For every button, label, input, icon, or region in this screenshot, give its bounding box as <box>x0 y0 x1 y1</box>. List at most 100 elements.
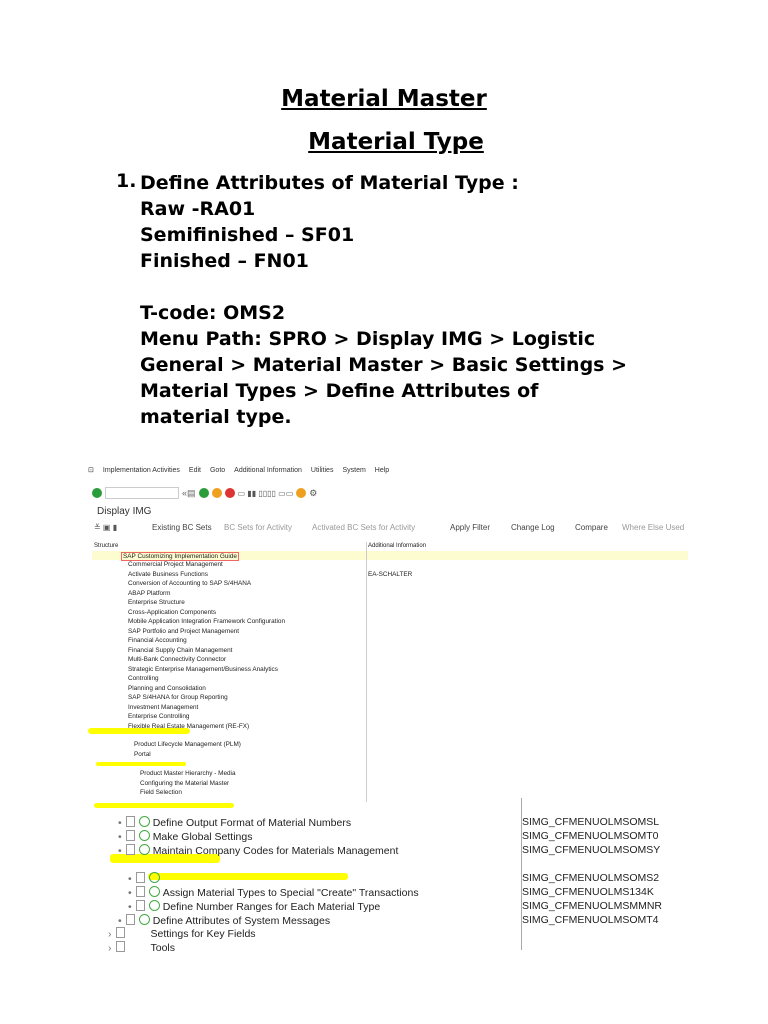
toolbar-button[interactable]: Where Else Used <box>622 523 684 532</box>
bullet-icon: • <box>118 845 122 857</box>
document-icon <box>115 927 125 938</box>
document-icon <box>135 886 145 897</box>
tree-item[interactable]: Commercial Project Management <box>128 561 223 568</box>
doc-line: T-code: OMS2 <box>140 302 286 324</box>
tree-item[interactable]: Product Master Hierarchy - Media <box>140 770 236 777</box>
menu-item[interactable]: Implementation Activities <box>103 467 180 474</box>
expand-icon: ≚ ▣ ▮ <box>94 523 118 532</box>
bullet-icon: • <box>128 873 132 885</box>
document-icon <box>125 830 135 841</box>
execute-icon[interactable] <box>138 914 150 925</box>
tree-item[interactable]: Multi-Bank Connectivity Connector <box>128 656 226 663</box>
doc-line: General > Material Master > Basic Settin… <box>140 354 628 376</box>
highlight-mark <box>96 762 186 766</box>
execute-icon[interactable] <box>138 844 150 855</box>
tree-root[interactable]: SAP Customizing Implementation Guide <box>121 552 239 561</box>
tree-item[interactable]: Flexible Real Estate Management (RE-FX) <box>128 723 249 730</box>
activity-label: Define Attributes of System Messages <box>152 915 331 927</box>
toolbar-button[interactable]: Compare <box>575 523 608 532</box>
activity-label: Maintain Company Codes for Materials Man… <box>152 845 399 857</box>
chevron-right-icon: › <box>108 928 112 940</box>
tree-item[interactable]: Cross-Application Components <box>128 609 216 616</box>
tree-item[interactable]: › Settings for Key Fields <box>108 927 256 940</box>
screen-title: Display IMG <box>97 506 152 517</box>
activity-row[interactable]: • Define Output Format of Material Number… <box>118 816 351 829</box>
activity-row[interactable]: • Assign Material Types to Special "Creat… <box>128 886 419 899</box>
tree-item[interactable]: ABAP Platform <box>128 590 171 597</box>
highlight-mark <box>148 873 348 880</box>
execute-icon[interactable] <box>148 886 160 897</box>
tree-item[interactable]: SAP S/4HANA for Group Reporting <box>128 694 228 701</box>
list-number: 1. <box>116 170 137 192</box>
tree-item[interactable]: › Tools <box>108 941 175 954</box>
toolbar-button[interactable]: Existing BC Sets <box>152 523 212 532</box>
toolbar-button[interactable]: BC Sets for Activity <box>224 523 292 532</box>
tree-item[interactable]: Configuring the Material Master <box>140 780 229 787</box>
toolbar-button[interactable]: Activated BC Sets for Activity <box>312 523 415 532</box>
tree-item[interactable]: Mobile Application Integration Framework… <box>128 618 285 625</box>
activity-row[interactable]: • Define Number Ranges for Each Material … <box>128 900 380 913</box>
doc-line: Menu Path: SPRO > Display IMG > Logistic <box>140 328 596 350</box>
tree-item[interactable]: Conversion of Accounting to SAP S/4HANA <box>128 580 251 587</box>
activity-label: Define Output Format of Material Numbers <box>152 817 352 829</box>
bullet-icon: • <box>128 887 132 899</box>
execute-icon[interactable] <box>138 830 150 841</box>
additional-info: EA-SCHALTER <box>368 570 413 578</box>
menu-item[interactable]: Goto <box>210 467 225 474</box>
document-icon <box>135 872 145 883</box>
tree-item[interactable]: Planning and Consolidation <box>128 685 206 692</box>
execute-icon[interactable] <box>148 900 160 911</box>
tree-item[interactable]: Portal <box>134 751 151 758</box>
activity-row[interactable]: • <box>128 872 163 885</box>
menu-item[interactable]: Utilities <box>311 467 334 474</box>
bullet-icon: • <box>128 901 132 913</box>
tree-item[interactable]: Investment Management <box>128 704 198 711</box>
tree-item[interactable]: Controlling <box>128 675 159 682</box>
document-page: Material Master Material Type 1. Define … <box>0 0 768 1024</box>
print-find-icon: ▭ ▮▮ ▯▯▯▯ ▭▭ <box>237 488 294 498</box>
execute-icon[interactable] <box>138 816 150 827</box>
activity-code: SIMG_CFMENUOLMSOMS2 <box>522 872 660 884</box>
tree-item[interactable]: Strategic Enterprise Management/Business… <box>128 666 278 673</box>
tree-item[interactable]: Field Selection <box>140 789 182 796</box>
column-divider <box>366 542 367 802</box>
menu-item[interactable]: System <box>342 467 365 474</box>
tree-item[interactable]: SAP Portfolio and Project Management <box>128 628 239 635</box>
activity-code: SIMG_CFMENUOLMSOMT0 <box>522 830 659 842</box>
activity-label: Assign Material Types to Special "Create… <box>162 887 419 899</box>
tree-item[interactable]: Enterprise Structure <box>128 599 185 606</box>
sap-toolbar: «▤ ▭ ▮▮ ▯▯▯▯ ▭▭ ⚙ <box>92 486 317 500</box>
activity-code: SIMG_CFMENUOLMSOMSL <box>522 816 660 828</box>
menu-item[interactable]: Help <box>375 467 389 474</box>
tree-item[interactable]: Activate Business Functions <box>128 571 208 578</box>
help-icon <box>296 488 307 498</box>
tree-item[interactable]: Financial Supply Chain Management <box>128 647 232 654</box>
command-field[interactable] <box>105 487 179 499</box>
menu-icon: ⊡ <box>88 467 94 474</box>
highlight-mark <box>94 803 234 808</box>
document-icon <box>125 844 135 855</box>
bullet-icon: • <box>118 915 122 927</box>
sap-menubar: ⊡ Implementation Activities Edit Goto Additi… <box>88 466 398 474</box>
activity-row[interactable]: • Define Attributes of System Messages <box>118 914 330 927</box>
cancel-icon <box>224 488 235 498</box>
document-icon <box>115 941 125 952</box>
doc-line: material type. <box>140 406 292 428</box>
activity-row[interactable]: • Make Global Settings <box>118 830 253 843</box>
menu-item[interactable]: Additional Information <box>234 467 302 474</box>
document-icon <box>125 914 135 925</box>
doc-title: Material Master <box>281 86 487 112</box>
tree-item[interactable]: Enterprise Controlling <box>128 713 189 720</box>
menu-item[interactable]: Edit <box>189 467 201 474</box>
tree-item[interactable]: Financial Accounting <box>128 637 187 644</box>
activity-row[interactable]: • Maintain Company Codes for Materials Ma… <box>118 844 398 857</box>
activity-code: SIMG_CFMENUOLMS134K <box>522 886 654 898</box>
doc-line: Raw -RA01 <box>140 198 256 220</box>
enter-icon <box>92 488 102 498</box>
tree-item[interactable]: Product Lifecycle Management (PLM) <box>134 741 241 748</box>
toolbar-button[interactable]: Change Log <box>511 523 555 532</box>
toolbar-button[interactable]: Apply Filter <box>450 523 490 532</box>
doc-line: Material Types > Define Attributes of <box>140 380 539 402</box>
bullet-icon: • <box>118 817 122 829</box>
execute-icon[interactable] <box>148 872 160 883</box>
